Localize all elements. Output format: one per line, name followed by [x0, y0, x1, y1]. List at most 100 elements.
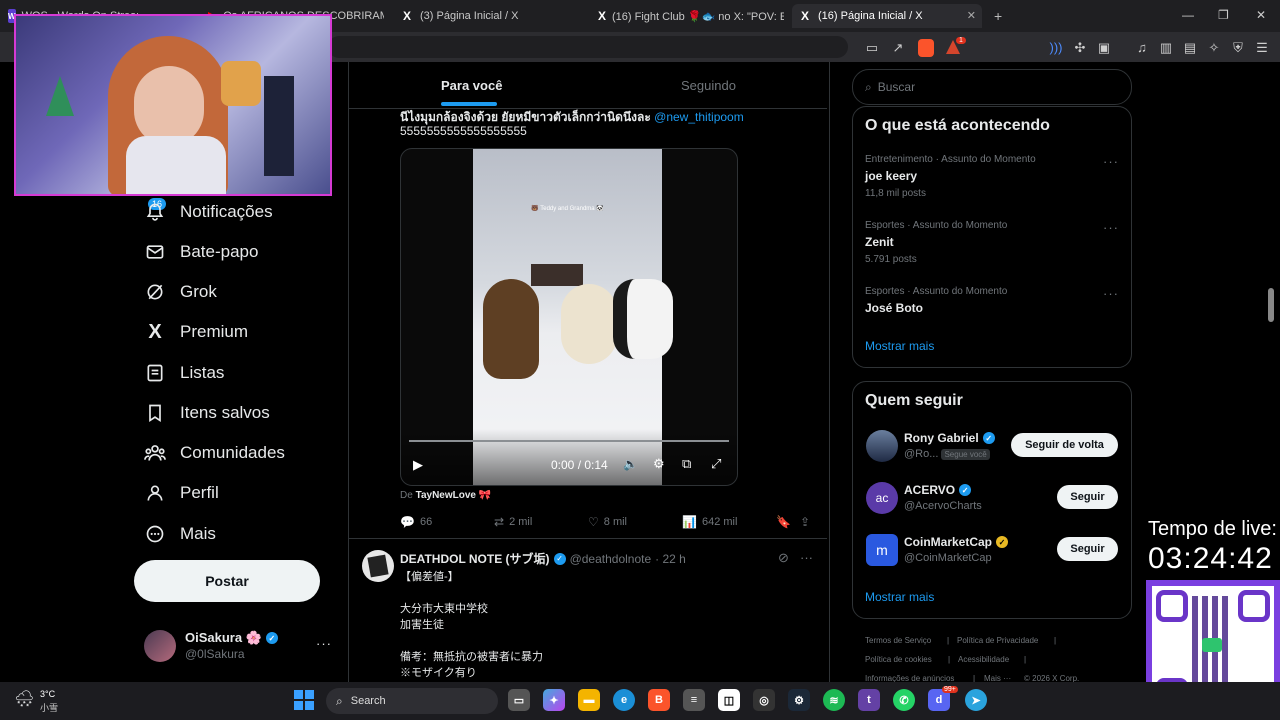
bookmark-button[interactable]: 🔖	[776, 515, 796, 529]
tab-4[interactable]: X (16) Fight Club 🌹🐟 no X: "POV: Esp	[598, 4, 784, 28]
spotify-icon[interactable]: ≋	[823, 689, 845, 711]
post-more-icon[interactable]: ···	[800, 550, 813, 565]
search-icon: ⌕	[865, 79, 872, 94]
cast-icon[interactable]: ▭	[864, 40, 880, 56]
post-author[interactable]: DEATHDOL NOTE (サブ垢)	[400, 550, 550, 567]
menu-icon[interactable]: ☰	[1254, 40, 1270, 56]
share-button[interactable]: ⇪	[800, 515, 815, 529]
like-action[interactable]: ♡ 8 mil	[588, 515, 627, 529]
footer-separator: |	[947, 636, 950, 645]
nav-lists[interactable]: Listas	[144, 358, 224, 388]
nav-profile[interactable]: Perfil	[144, 478, 219, 508]
scrollbar-thumb[interactable]	[1268, 288, 1274, 322]
tab-for-you[interactable]: Para você	[441, 78, 502, 93]
video-player[interactable]: 🐻 Teddy and Grandma 🐼 ▶ 0:00 / 0:14 🔈 ⚙ …	[400, 148, 738, 486]
verified-icon: ✓	[982, 432, 995, 444]
restore-icon[interactable]: ❐	[1218, 8, 1229, 22]
nav-label: Bate-papo	[180, 242, 259, 261]
puzzle-icon[interactable]: ✣	[1072, 40, 1088, 56]
post-avatar[interactable]	[362, 550, 394, 582]
trend-name[interactable]: Zenit	[865, 235, 894, 249]
task-view-icon[interactable]: ▭	[508, 689, 530, 711]
play-icon[interactable]: ▶	[413, 457, 423, 473]
post-handle[interactable]: @deathdolnote	[570, 552, 652, 566]
suggestion-name[interactable]: CoinMarketCap ✓	[904, 535, 1009, 549]
follow-button[interactable]: Seguir	[1057, 537, 1118, 561]
new-tab-button[interactable]: +	[994, 8, 1002, 24]
search-box[interactable]: ⌕ Buscar	[852, 69, 1132, 105]
extension-icon[interactable]: )))	[1048, 40, 1064, 56]
windows-start-icon[interactable]	[294, 690, 314, 710]
twitch-icon[interactable]: t	[858, 689, 880, 711]
views-action[interactable]: 📊 642 mil	[682, 515, 737, 529]
reply-action[interactable]: 💬 66	[400, 515, 432, 529]
file-explorer-icon[interactable]: ▬	[578, 689, 600, 711]
nav-bookmarks[interactable]: Itens salvos	[144, 398, 270, 428]
source-link[interactable]: TayNewLove 🎀	[416, 490, 492, 501]
brave-icon[interactable]: B	[648, 689, 670, 711]
edge-icon[interactable]: e	[613, 689, 635, 711]
brave-shields-icon[interactable]	[918, 39, 934, 57]
show-more-follow[interactable]: Mostrar mais	[865, 590, 934, 604]
minimize-icon[interactable]: —	[1182, 8, 1194, 22]
footer-link[interactable]: Política de cookies	[865, 655, 932, 664]
trend-more-icon[interactable]: ···	[1103, 220, 1119, 235]
repost-action[interactable]: ⇄ 2 mil	[494, 515, 532, 529]
screenshot-icon[interactable]: ▣	[1096, 40, 1112, 56]
avatar[interactable]	[144, 630, 176, 662]
sidebar-icon[interactable]: ▥	[1158, 40, 1174, 56]
footer-link[interactable]: Política de Privacidade	[957, 636, 1038, 645]
follow-back-button[interactable]: Seguir de volta	[1011, 433, 1118, 457]
address-input[interactable]	[328, 36, 848, 58]
video-progress-bar[interactable]	[409, 440, 729, 442]
capcut-icon[interactable]: ◫	[718, 689, 740, 711]
copilot-icon[interactable]: ✦	[543, 689, 565, 711]
nav-grok[interactable]: Grok	[144, 277, 217, 307]
steam-icon[interactable]: ⚙	[788, 689, 810, 711]
suggestion-name[interactable]: ACERVO ✓	[904, 483, 972, 497]
suggestion-name[interactable]: Rony Gabriel ✓	[904, 431, 995, 445]
close-tab-icon[interactable]: ✕	[967, 9, 976, 22]
telegram-icon[interactable]: ➤	[965, 689, 987, 711]
tab-following[interactable]: Seguindo	[681, 78, 736, 93]
trend-name[interactable]: José Boto	[865, 301, 923, 315]
mention-link[interactable]: @new_thitipoom	[654, 110, 744, 124]
trend-name[interactable]: joe keery	[865, 169, 917, 183]
footer-link[interactable]: Acessibilidade	[958, 655, 1009, 664]
video-caption: 🐻 Teddy and Grandma 🐼	[531, 206, 604, 212]
search-label: Search	[350, 695, 386, 707]
obs-icon[interactable]: ◎	[753, 689, 775, 711]
footer-link[interactable]: Termos de Serviço	[865, 636, 931, 645]
nav-chat[interactable]: Bate-papo	[144, 237, 258, 267]
pip-icon[interactable]: ⧉	[682, 456, 691, 472]
fullscreen-icon[interactable]: ⤢	[711, 456, 721, 472]
settings-gear-icon[interactable]: ⚙	[653, 456, 665, 472]
tab-5-active[interactable]: X (16) Página Inicial / X ✕	[792, 4, 982, 28]
window-close-icon[interactable]: ✕	[1256, 8, 1266, 22]
vpn-icon[interactable]: ⛨	[1230, 40, 1246, 56]
grok-icon[interactable]: ⊘	[778, 550, 789, 566]
coinmarketcap-logo-icon[interactable]: m	[866, 534, 898, 566]
nav-notifications[interactable]: Notificações	[144, 197, 273, 227]
tab-3[interactable]: X (3) Página Inicial / X	[400, 4, 590, 28]
trend-more-icon[interactable]: ···	[1103, 154, 1119, 169]
taskbar-search[interactable]: ⌕ Search	[326, 688, 498, 714]
nav-more[interactable]: Mais	[144, 519, 216, 549]
nav-communities[interactable]: Comunidades	[144, 438, 285, 468]
notepad-icon[interactable]: ≡	[683, 689, 705, 711]
share-icon[interactable]: ↗	[890, 40, 906, 56]
leo-icon[interactable]: ✧	[1206, 40, 1222, 56]
acervo-logo-icon[interactable]: ac	[866, 482, 898, 514]
nav-premium[interactable]: X Premium	[144, 317, 248, 347]
wallet-icon[interactable]: ▤	[1182, 40, 1198, 56]
avatar[interactable]	[866, 430, 898, 462]
follow-button[interactable]: Seguir	[1057, 485, 1118, 509]
volume-icon[interactable]: 🔈	[623, 457, 638, 471]
music-icon[interactable]: ♫	[1134, 40, 1150, 56]
account-menu-icon[interactable]: ···	[316, 636, 332, 651]
whatsapp-icon[interactable]: ✆	[893, 689, 915, 711]
weather-icon[interactable]: 🌨	[14, 689, 34, 709]
post-button[interactable]: Postar	[134, 560, 320, 602]
show-more-trends[interactable]: Mostrar mais	[865, 339, 934, 353]
trend-more-icon[interactable]: ···	[1103, 286, 1119, 301]
